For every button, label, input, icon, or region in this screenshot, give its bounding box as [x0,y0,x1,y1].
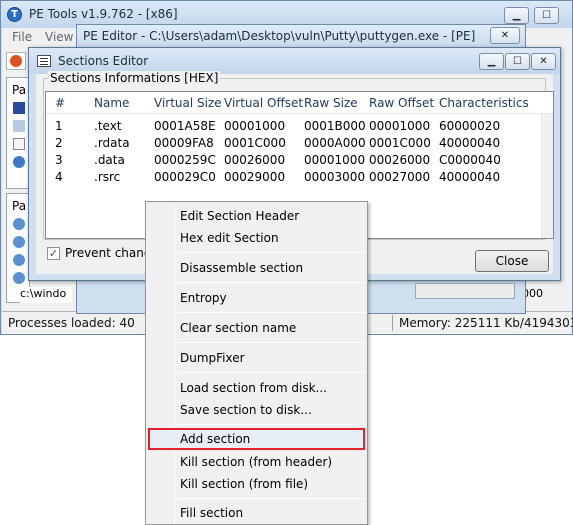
refresh-icon [10,55,22,67]
column-header-virtual-size[interactable]: Virtual Size [154,92,222,114]
cell-raw-size: 00001000 [304,153,366,167]
module-icon [13,254,25,266]
menu-item-clear-section-name[interactable]: Clear section name [148,317,365,339]
menu-item-disassemble-section[interactable]: Disassemble section [148,257,365,279]
menu-separator [177,282,365,283]
sections-editor-icon [37,55,51,67]
cell-virtual-offset: 00026000 [224,153,286,167]
table-row[interactable]: 2 .rdata 00009FA8 0001C000 0000A000 0001… [46,135,541,152]
panel-label: Pa [12,83,27,97]
menu-separator [177,372,365,373]
cell-name: .data [94,153,125,167]
close-button[interactable]: Close [475,250,549,272]
column-header-raw-offset[interactable]: Raw Offset [369,92,434,114]
toolbar-fragment[interactable] [6,52,26,70]
table-row[interactable]: 3 .data 0000259C 00026000 00001000 00026… [46,152,541,169]
menu-separator [177,498,365,499]
memory-status: Memory: 225111 Kb/4194303 Kb [399,316,573,330]
menu-item-kill-section-from-header[interactable]: Kill section (from header) [148,451,365,473]
minimize-button[interactable]: ▁ [504,7,529,24]
path-fragment: c:\windo [20,287,72,303]
cell-virtual-offset: 0001C000 [224,136,286,150]
column-header-name[interactable]: Name [94,92,129,114]
cell-virtual-size: 0000259C [154,153,216,167]
cell-name: .rsrc [94,170,121,184]
process-icon [13,156,25,168]
column-header-raw-size[interactable]: Raw Size [304,92,358,114]
vertical-scrollbar[interactable] [541,114,553,238]
pe-editor-field-fragment [415,283,515,299]
pe-tools-app-icon: T [7,7,22,22]
se-minimize-button[interactable]: ▁ [479,53,504,70]
cell-characteristics: 60000020 [439,119,501,133]
cell-name: .text [94,119,122,133]
table-row[interactable]: 4 .rsrc 000029C0 00029000 00003000 00027… [46,169,541,186]
cell-number: 1 [55,119,63,133]
column-header-characteristics[interactable]: Characteristics [439,92,529,114]
sections-list-header: # Name Virtual Size Virtual Offset Raw S… [46,92,553,114]
cell-raw-size: 0000A000 [304,136,366,150]
cell-raw-offset: 0001C000 [369,136,431,150]
menu-item-load-section-from-disk[interactable]: Load section from disk... [148,377,365,399]
cell-virtual-offset: 00029000 [224,170,286,184]
sections-group-label: Sections Informations [HEX] [48,71,221,85]
sections-editor-title: Sections Editor [58,54,149,68]
se-maximize-button[interactable]: ☐ [505,53,530,70]
processes-loaded-status: Processes loaded: 40 [8,316,135,330]
cell-characteristics: C0000040 [439,153,501,167]
menu-separator [177,252,365,253]
row-fragment: 000 [522,287,543,300]
menu-file[interactable]: File [12,28,32,47]
cell-characteristics: 40000040 [439,136,501,150]
maximize-button[interactable]: ☐ [534,7,559,24]
cell-virtual-offset: 00001000 [224,119,286,133]
menu-item-hex-edit-section[interactable]: Hex edit Section [148,227,365,249]
cell-virtual-size: 00009FA8 [154,136,214,150]
process-icon [13,102,25,114]
menu-view[interactable]: View [45,28,73,47]
process-icon [13,120,25,132]
cell-virtual-size: 0001A58E [154,119,216,133]
menu-item-save-section-to-disk[interactable]: Save section to disk... [148,399,365,421]
cell-name: .rdata [94,136,130,150]
process-icon [13,138,25,150]
cell-number: 2 [55,136,63,150]
column-header-number[interactable]: # [55,92,65,114]
cell-number: 4 [55,170,63,184]
cell-raw-size: 0001B000 [304,119,366,133]
cell-virtual-size: 000029C0 [154,170,216,184]
se-close-button[interactable]: ✕ [531,53,556,70]
main-window-title: PE Tools v1.9.762 - [x86] [29,7,178,21]
section-context-menu: Edit Section Header Hex edit Section Dis… [145,201,368,525]
menu-separator [177,342,365,343]
pe-editor-titlebar[interactable]: PE Editor - C:\Users\adam\Desktop\vuln\P… [77,25,525,47]
prevent-changing-checkbox[interactable]: ✓ [47,247,60,260]
menu-item-edit-section-header[interactable]: Edit Section Header [148,205,365,227]
cell-raw-offset: 00026000 [369,153,431,167]
menu-item-entropy[interactable]: Entropy [148,287,365,309]
panel-label: Pa [12,199,27,213]
cell-raw-offset: 00027000 [369,170,431,184]
menu-item-kill-section-from-file[interactable]: Kill section (from file) [148,473,365,495]
menu-item-fill-section[interactable]: Fill section [148,502,365,524]
pe-editor-close-button[interactable]: ✕ [490,27,520,44]
menu-separator [177,424,365,425]
cell-raw-size: 00003000 [304,170,366,184]
module-icon [13,272,25,284]
status-separator [392,315,393,331]
menu-separator [177,312,365,313]
pe-editor-title: PE Editor - C:\Users\adam\Desktop\vuln\P… [83,29,476,43]
menu-item-dumpfixer[interactable]: DumpFixer [148,347,365,369]
cell-characteristics: 40000040 [439,170,501,184]
module-icon [13,218,25,230]
cell-raw-offset: 00001000 [369,119,431,133]
column-header-virtual-offset[interactable]: Virtual Offset [224,92,303,114]
table-row[interactable]: 1 .text 0001A58E 00001000 0001B000 00001… [46,118,541,135]
process-list-fragment[interactable]: Pa [6,77,30,189]
menu-item-add-section[interactable]: Add section [148,428,365,450]
module-icon [13,236,25,248]
cell-number: 3 [55,153,63,167]
